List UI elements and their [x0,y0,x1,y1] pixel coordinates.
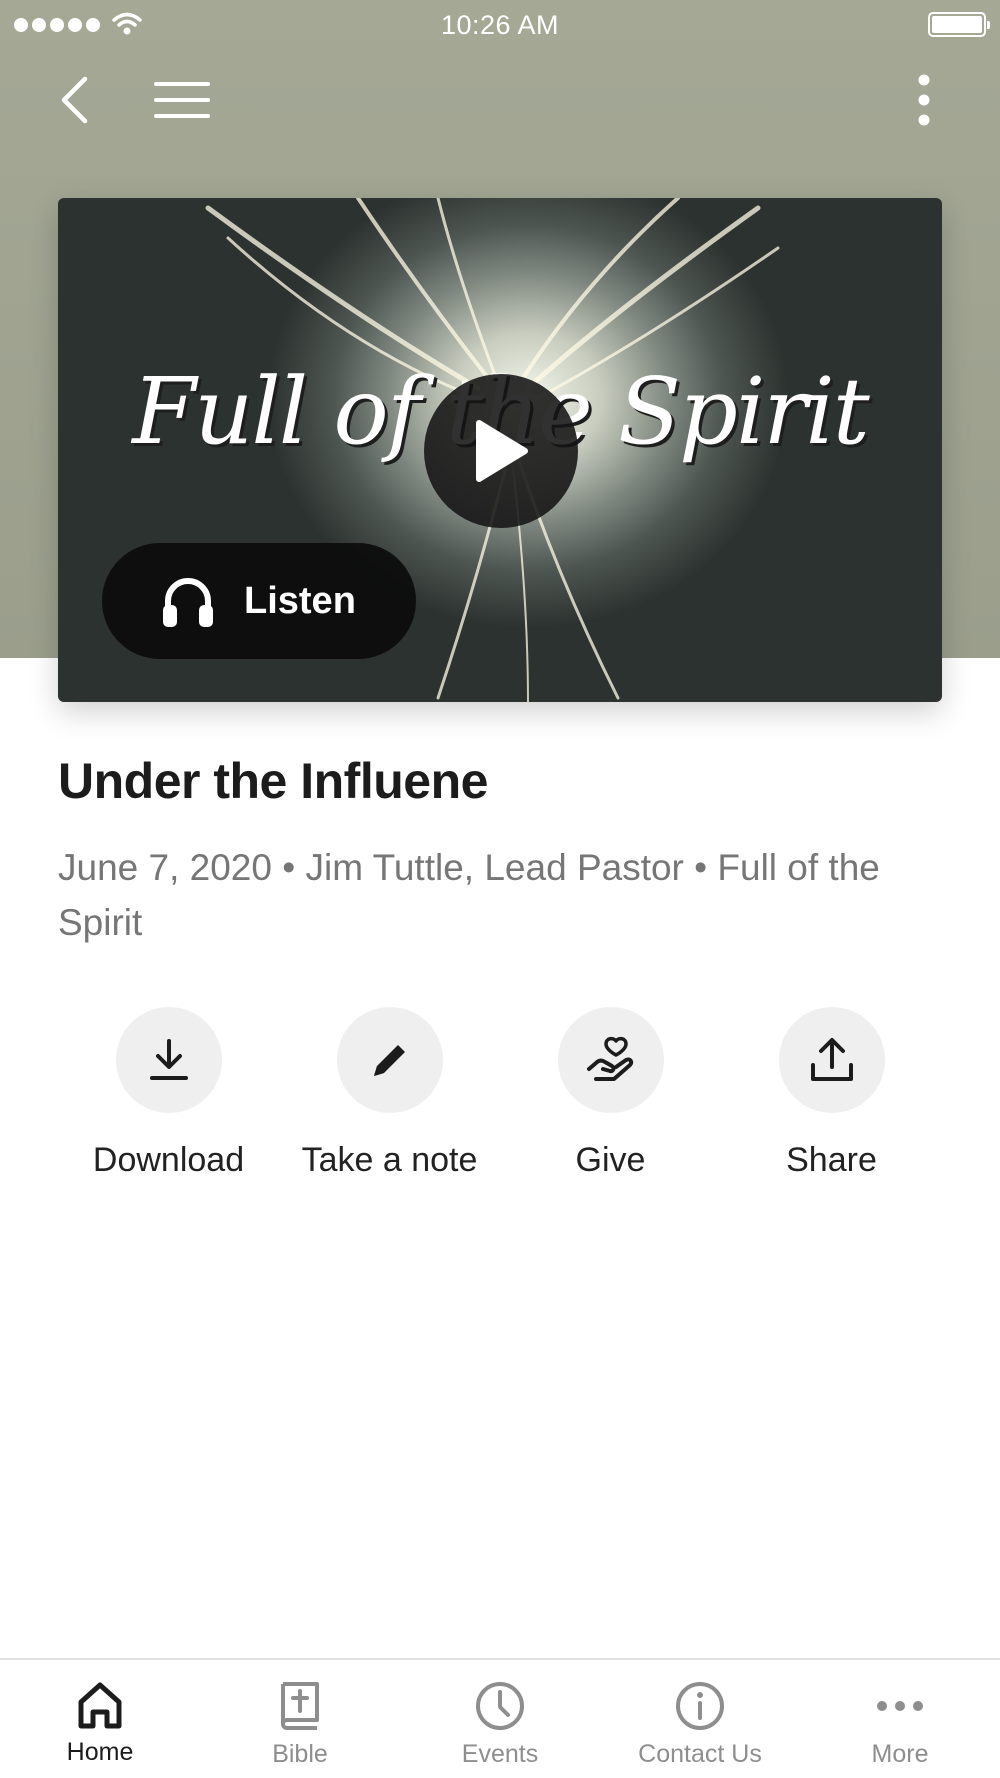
play-button[interactable] [424,374,578,528]
vertical-dots-icon [918,74,930,126]
pencil-icon [373,1045,405,1076]
play-icon [476,420,528,482]
share-label: Share [786,1141,877,1179]
take-note-button-circle[interactable] [336,1007,443,1113]
more-options-button[interactable] [894,70,954,130]
clock-icon [476,1682,524,1730]
more-icon [877,1701,923,1711]
listen-label: Listen [244,579,356,622]
bible-icon [281,1682,319,1730]
give-button-circle[interactable] [557,1007,664,1113]
download-label: Download [92,1141,245,1179]
share-icon [810,1038,853,1081]
chevron-left-icon [61,76,88,124]
tab-contact-us-label: Contact Us [638,1740,762,1768]
status-time: 10:26 AM [440,10,560,40]
download-icon [149,1039,188,1080]
download-button-circle[interactable] [115,1007,222,1113]
battery-icon [928,12,990,37]
tab-bible-label: Bible [272,1740,328,1768]
back-button[interactable] [44,70,104,130]
action-row: Download Take a note Give Share [58,1007,942,1180]
home-icon [78,1682,122,1729]
share-button-circle[interactable] [778,1007,885,1113]
info-icon [676,1682,724,1730]
tab-bible[interactable]: Bible [200,1660,400,1778]
sermon-media-player[interactable]: Full of the Spirit Listen [58,198,942,702]
sermon-title: Under the Influene [58,753,488,809]
share-button[interactable]: Share [721,1007,942,1180]
menu-button[interactable] [152,70,212,130]
download-button[interactable]: Download [58,1007,279,1180]
tab-events-label: Events [461,1740,539,1768]
take-note-button[interactable]: Take a note [279,1007,500,1180]
give-label: Give [575,1141,646,1179]
tab-events[interactable]: Events [400,1660,600,1778]
heart-hand-icon [586,1036,633,1081]
listen-button[interactable]: Listen [102,543,416,659]
tab-home[interactable]: Home [0,1660,200,1778]
tab-more[interactable]: More [800,1660,1000,1778]
tab-home-label: Home [66,1738,134,1766]
headphones-icon [163,578,213,627]
tab-contact-us[interactable]: Contact Us [600,1660,800,1778]
sermon-meta: June 7, 2020 • Jim Tuttle, Lead Pastor •… [58,847,880,943]
status-bar: 10:26 AM [0,0,1000,50]
tab-bar: Home Bible Events Contact Us More [0,1658,1000,1778]
take-note-label: Take a note [301,1141,478,1179]
hamburger-icon [154,82,210,118]
tab-more-label: More [871,1740,929,1768]
give-button[interactable]: Give [500,1007,721,1180]
